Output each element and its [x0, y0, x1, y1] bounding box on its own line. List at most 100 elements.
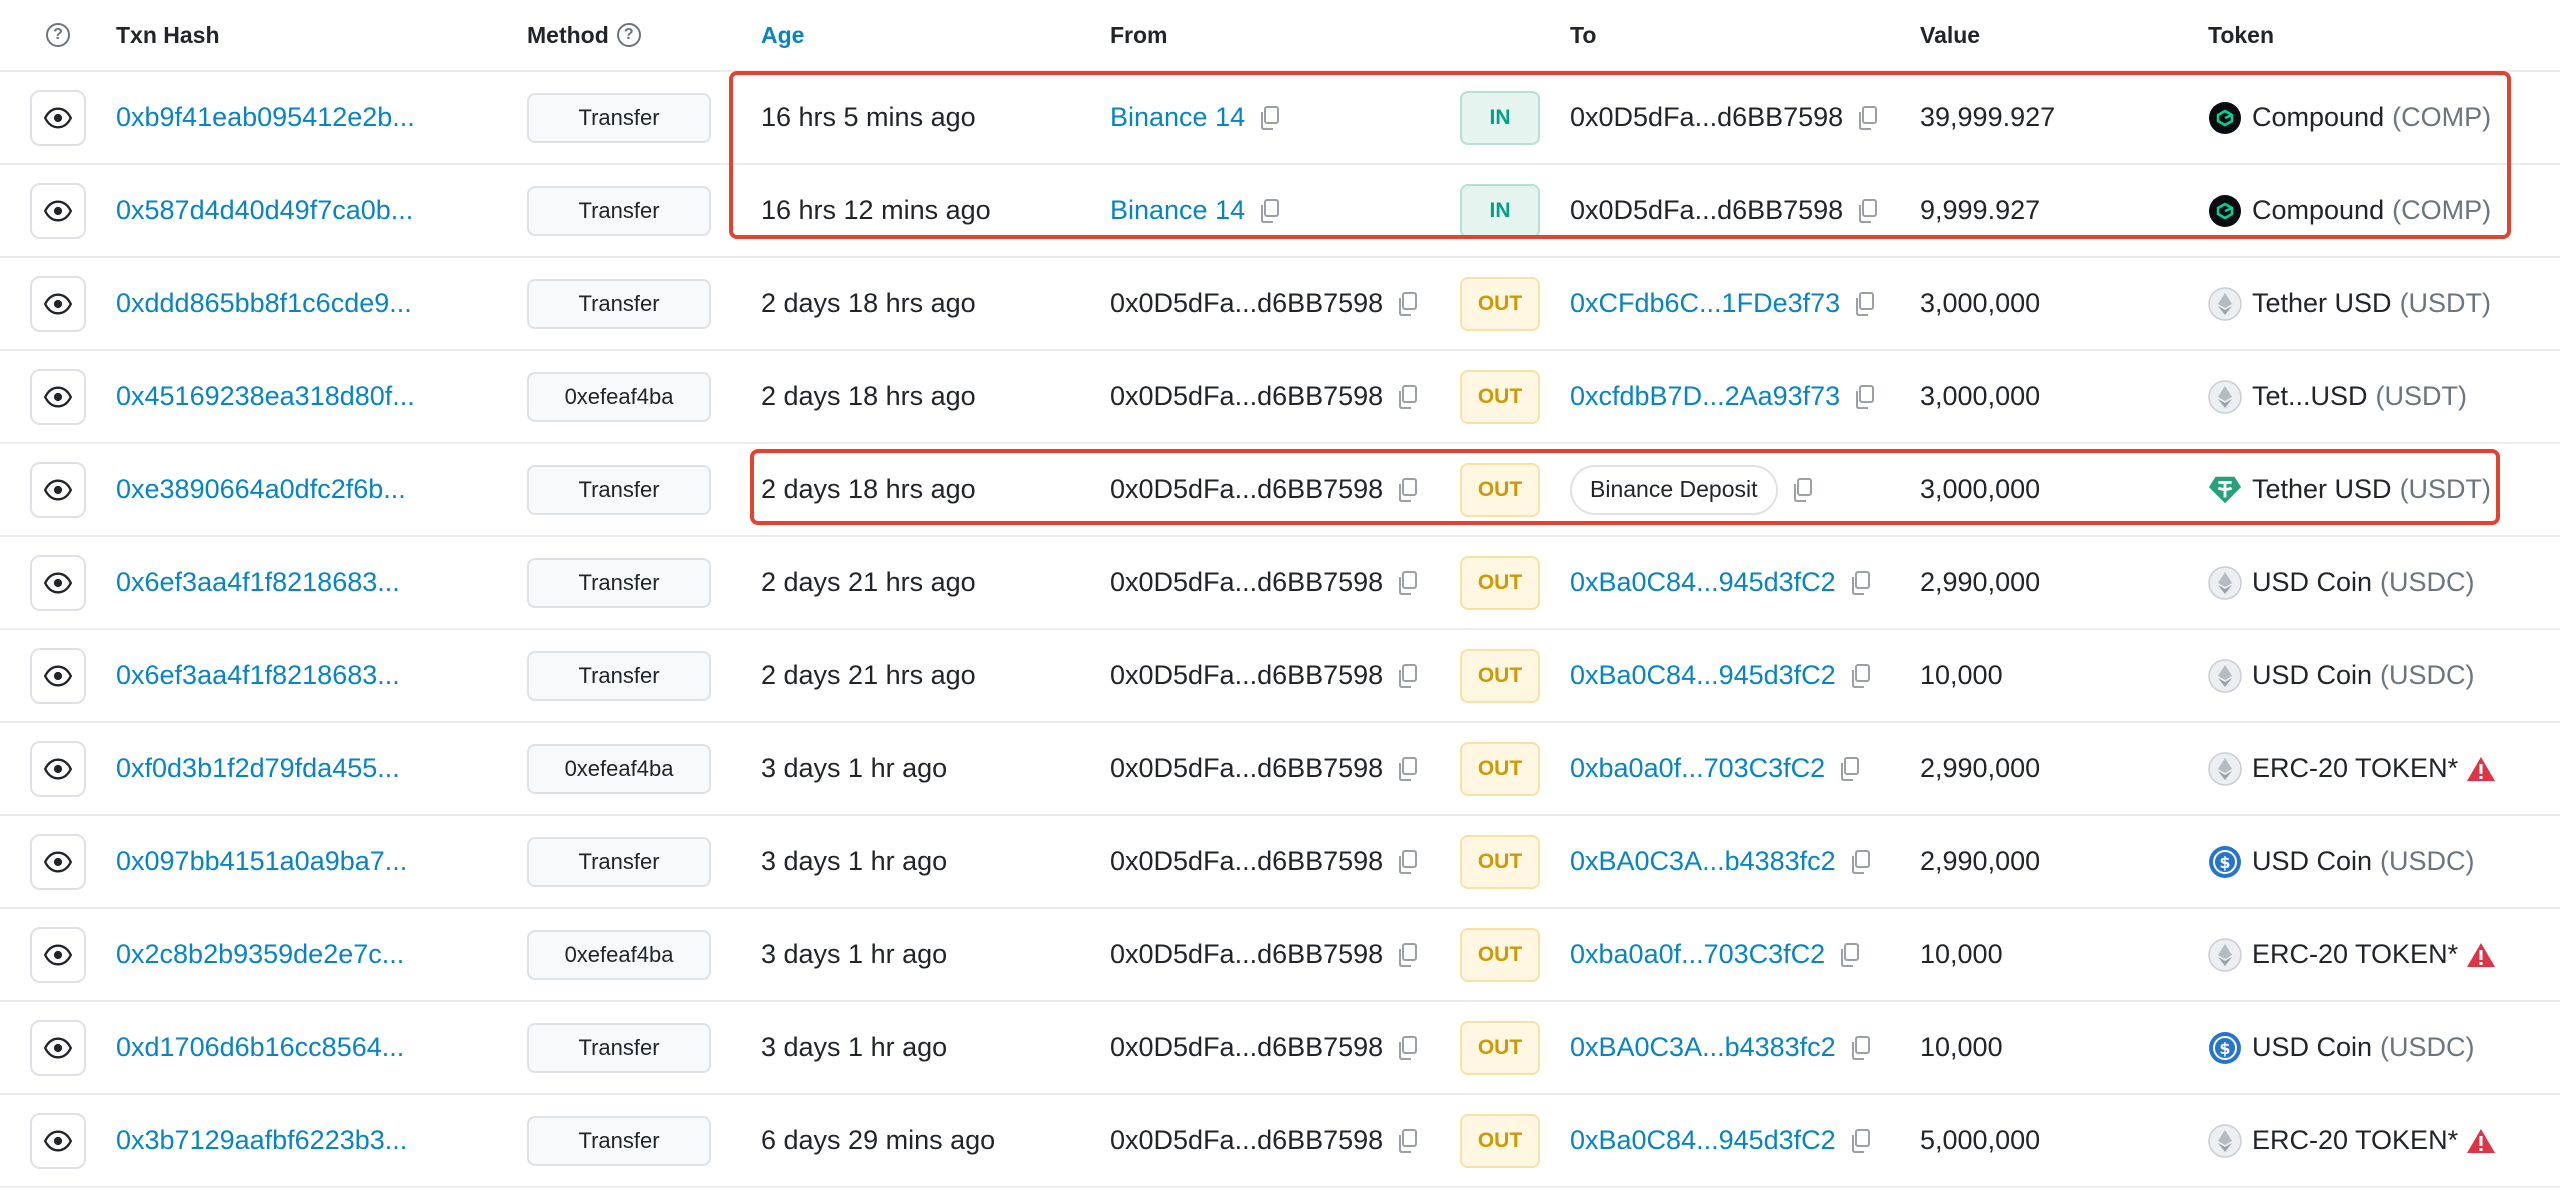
token-link[interactable]: $ USD Coin (USDC): [2208, 1002, 2475, 1093]
usdc-icon: $: [2208, 1031, 2242, 1065]
preview-eye-button[interactable]: [30, 1019, 86, 1076]
token-link[interactable]: USD Coin (USDC): [2208, 537, 2475, 628]
method-badge: Transfer: [527, 836, 711, 887]
preview-eye-button[interactable]: [30, 647, 86, 704]
preview-eye-button[interactable]: [30, 182, 86, 239]
txn-hash-link[interactable]: 0x6ef3aa4f1f8218683...: [116, 567, 400, 598]
to-address[interactable]: 0xba0a0f...703C3fC2: [1570, 753, 1825, 784]
copy-icon[interactable]: [1395, 849, 1419, 875]
txn-hash-link[interactable]: 0x3b7129aafbf6223b3...: [116, 1125, 407, 1156]
token-link[interactable]: Compound (COMP): [2208, 72, 2491, 163]
value-text: 10,000: [1920, 660, 2003, 690]
to-address[interactable]: 0xBa0C84...945d3fC2: [1570, 1125, 1836, 1156]
preview-eye-button[interactable]: [30, 368, 86, 425]
txn-hash-link[interactable]: 0x587d4d40d49f7ca0b...: [116, 195, 413, 226]
eye-icon: [44, 1127, 72, 1155]
direction-badge: OUT: [1460, 648, 1540, 703]
preview-eye-button[interactable]: [30, 89, 86, 146]
copy-icon[interactable]: [1395, 942, 1419, 968]
age-text: 3 days 1 hr ago: [761, 939, 948, 969]
header-age[interactable]: Age: [761, 0, 804, 70]
txn-hash-link[interactable]: 0x2c8b2b9359de2e7c...: [116, 939, 404, 970]
to-address[interactable]: 0xCFdb6C...1FDe3f73: [1570, 288, 1840, 319]
to-address[interactable]: 0xBa0C84...945d3fC2: [1570, 660, 1836, 691]
txn-hash-link[interactable]: 0x097bb4151a0a9ba7...: [116, 846, 407, 877]
preview-eye-button[interactable]: [30, 554, 86, 611]
txn-hash-link[interactable]: 0x45169238ea318d80f...: [116, 381, 415, 412]
token-link[interactable]: Tet...USD (USDT): [2208, 351, 2467, 442]
to-address[interactable]: 0xBa0C84...945d3fC2: [1570, 567, 1836, 598]
copy-icon[interactable]: [1395, 1035, 1419, 1061]
to-address[interactable]: 0xcfdbB7D...2Aa93f73: [1570, 381, 1840, 412]
token-name: Tether USD: [2252, 288, 2392, 318]
token-link[interactable]: ERC-20 TOKEN*: [2208, 723, 2496, 814]
help-icon[interactable]: ?: [46, 0, 70, 70]
copy-icon[interactable]: [1848, 849, 1872, 875]
token-link[interactable]: ERC-20 TOKEN*: [2208, 909, 2496, 1000]
token-name: Compound: [2252, 195, 2385, 225]
copy-icon[interactable]: [1855, 198, 1879, 224]
txn-hash-link[interactable]: 0xf0d3b1f2d79fda455...: [116, 753, 400, 784]
to-address[interactable]: 0xba0a0f...703C3fC2: [1570, 939, 1825, 970]
txn-hash-link[interactable]: 0xd1706d6b16cc8564...: [116, 1032, 404, 1063]
token-link[interactable]: Tether USD (USDT): [2208, 444, 2491, 535]
eth-token-icon: [2208, 565, 2242, 600]
copy-icon[interactable]: [1395, 384, 1419, 410]
method-badge: Transfer: [527, 557, 711, 608]
header-method-label: Method: [527, 21, 609, 48]
age-text: 3 days 1 hr ago: [761, 1032, 948, 1062]
token-link[interactable]: $ USD Coin (USDC): [2208, 816, 2475, 907]
copy-icon[interactable]: [1837, 756, 1861, 782]
copy-icon[interactable]: [1852, 384, 1876, 410]
preview-eye-button[interactable]: [30, 461, 86, 518]
copy-icon[interactable]: [1257, 105, 1281, 131]
preview-eye-button[interactable]: [30, 833, 86, 890]
from-address: 0x0D5dFa...d6BB7598: [1110, 939, 1384, 969]
txn-hash-link[interactable]: 0xddd865bb8f1c6cde9...: [116, 288, 412, 319]
direction-badge: OUT: [1460, 927, 1540, 982]
copy-icon[interactable]: [1837, 942, 1861, 968]
direction-badge: OUT: [1460, 741, 1540, 796]
copy-icon[interactable]: [1848, 1035, 1872, 1061]
copy-icon[interactable]: [1852, 291, 1876, 317]
copy-icon[interactable]: [1848, 663, 1872, 689]
to-address[interactable]: 0xBA0C3A...b4383fc2: [1570, 1032, 1836, 1063]
preview-eye-button[interactable]: [30, 275, 86, 332]
copy-icon[interactable]: [1848, 570, 1872, 596]
eth-token-icon: [2208, 658, 2242, 693]
method-help-icon[interactable]: ?: [616, 23, 641, 47]
table-row: 0xddd865bb8f1c6cde9... Transfer 2 days 1…: [0, 258, 2560, 351]
copy-icon[interactable]: [1257, 198, 1281, 224]
eye-icon: [44, 104, 72, 132]
copy-icon[interactable]: [1395, 1128, 1419, 1154]
copy-icon[interactable]: [1395, 756, 1419, 782]
copy-icon[interactable]: [1395, 663, 1419, 689]
preview-eye-button[interactable]: [30, 926, 86, 983]
from-address[interactable]: Binance 14: [1110, 195, 1245, 226]
token-link[interactable]: ERC-20 TOKEN*: [2208, 1095, 2496, 1186]
header-txn-hash: Txn Hash: [116, 21, 220, 48]
txn-hash-link[interactable]: 0x6ef3aa4f1f8218683...: [116, 660, 400, 691]
txn-hash-link[interactable]: 0xe3890664a0dfc2f6b...: [116, 474, 406, 505]
to-label-pill[interactable]: Binance Deposit: [1570, 464, 1778, 515]
table-row: 0xf0d3b1f2d79fda455... 0xefeaf4ba 3 days…: [0, 723, 2560, 816]
token-link[interactable]: Tether USD (USDT): [2208, 258, 2491, 349]
token-link[interactable]: USD Coin (USDC): [2208, 630, 2475, 721]
copy-icon[interactable]: [1855, 105, 1879, 131]
copy-icon[interactable]: [1395, 570, 1419, 596]
txn-hash-link[interactable]: 0xb9f41eab095412e2b...: [116, 102, 415, 133]
warning-icon: [2466, 941, 2496, 969]
from-address: 0x0D5dFa...d6BB7598: [1110, 288, 1384, 318]
direction-badge: OUT: [1460, 369, 1540, 424]
value-text: 10,000: [1920, 939, 2003, 969]
direction-badge: IN: [1460, 90, 1540, 145]
copy-icon[interactable]: [1848, 1128, 1872, 1154]
copy-icon[interactable]: [1395, 291, 1419, 317]
preview-eye-button[interactable]: [30, 740, 86, 797]
token-link[interactable]: Compound (COMP): [2208, 165, 2491, 256]
copy-icon[interactable]: [1395, 477, 1419, 503]
copy-icon[interactable]: [1790, 477, 1814, 503]
to-address[interactable]: 0xBA0C3A...b4383fc2: [1570, 846, 1836, 877]
from-address[interactable]: Binance 14: [1110, 102, 1245, 133]
preview-eye-button[interactable]: [30, 1112, 86, 1169]
